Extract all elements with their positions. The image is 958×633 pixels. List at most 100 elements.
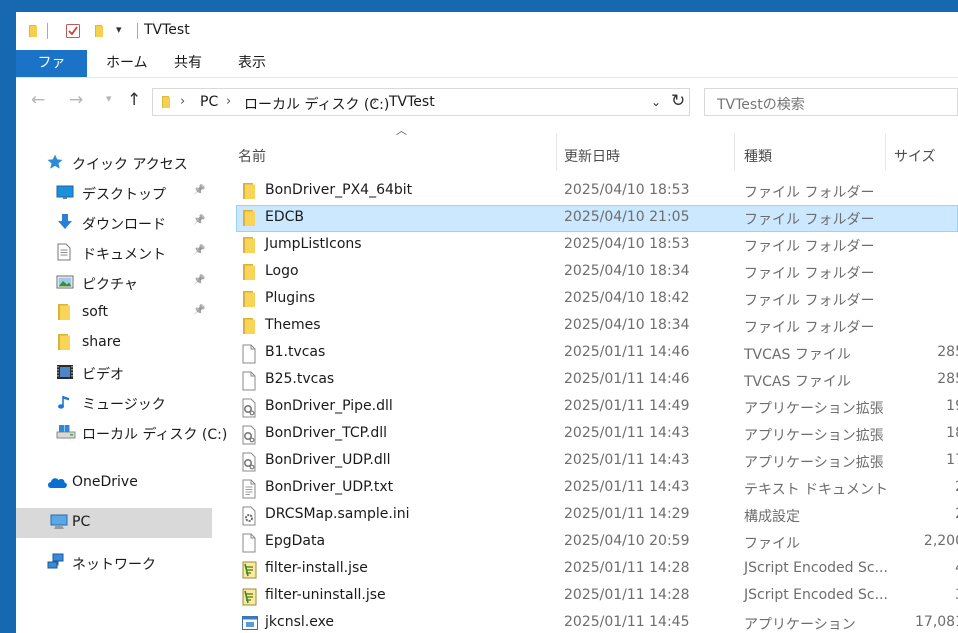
pin-icon[interactable]: 📌 — [193, 275, 205, 286]
breadcrumb-separator[interactable]: › — [180, 94, 185, 109]
file-name: B25.tvcas — [265, 371, 335, 387]
sidebar-item-item-4[interactable]: ピクチャ 📌 — [16, 268, 212, 298]
file-date: 2025/04/10 18:42 — [564, 290, 690, 306]
file-date: 2025/04/10 20:59 — [564, 533, 690, 549]
file-row[interactable]: BonDriver_UDP.dll 2025/01/11 14:43 アプリケーショ… — [236, 448, 958, 475]
file-size: 285 — [937, 371, 958, 387]
sidebar-item-item-1[interactable]: デスクトップ 📌 — [16, 178, 212, 208]
file-row[interactable]: Themes 2025/04/10 18:34 ファイル フォルダー — [236, 313, 958, 340]
pin-icon[interactable]: 📌 — [193, 215, 205, 226]
file-date: 2025/01/11 14:46 — [564, 371, 690, 387]
file-type: ファイル フォルダー — [744, 266, 875, 282]
file-row[interactable]: JumpListIcons 2025/04/10 18:53 ファイル フォルダー — [236, 232, 958, 259]
tab-home[interactable]: ホーム — [91, 50, 163, 78]
drive-icon — [56, 423, 76, 443]
sidebar-item-label: PC — [72, 514, 91, 530]
file-date: 2025/01/11 14:43 — [564, 452, 690, 468]
file-type: TVCAS ファイル — [744, 374, 851, 390]
file-name: filter-install.jse — [265, 560, 368, 576]
breadcrumb-local-disk[interactable]: ローカル ディスク (C:) — [244, 94, 389, 114]
explorer-window: ▾ TVTest ファイル ホーム 共有 表示 ← → ▾ ↑ › PC › ロ… — [16, 12, 958, 633]
forward-arrow-icon[interactable]: → — [69, 90, 83, 110]
file-row[interactable]: BonDriver_UDP.txt 2025/01/11 14:43 テキスト ドキ… — [236, 475, 958, 502]
properties-check-icon[interactable] — [65, 23, 81, 39]
navigation-pane: クイック アクセス デスクトップ 📌 ダウンロード 📌 ドキュメント 📌 ピクチャ 📌 soft 📌… — [16, 148, 227, 633]
file-type: JScript Encoded Sc... — [744, 587, 888, 603]
file-name: Themes — [265, 317, 321, 333]
file-date: 2025/01/11 14:43 — [564, 479, 690, 495]
breadcrumb-pc[interactable]: PC — [200, 94, 218, 110]
column-divider[interactable] — [734, 134, 735, 170]
file-type: TVCAS ファイル — [744, 347, 851, 363]
folder-icon — [159, 95, 173, 109]
sidebar-item-item-3[interactable]: ドキュメント 📌 — [16, 238, 212, 268]
file-name: BonDriver_Pipe.dll — [265, 398, 393, 414]
column-divider[interactable] — [885, 134, 886, 170]
sidebar-item-label: ピクチャ — [82, 277, 138, 293]
tab-share[interactable]: 共有 — [159, 50, 217, 78]
sidebar-item-item-8[interactable]: ミュージック — [16, 388, 212, 418]
tab-view[interactable]: 表示 — [223, 50, 281, 78]
pin-icon[interactable]: 📌 — [193, 185, 205, 196]
file-row[interactable]: Plugins 2025/04/10 18:42 ファイル フォルダー — [236, 286, 958, 313]
file-icon — [241, 344, 261, 364]
file-row[interactable]: filter-install.jse 2025/01/11 14:28 JScrip… — [236, 556, 958, 583]
column-header-size[interactable]: サイズ — [894, 146, 936, 166]
sidebar-item-onedrive[interactable]: OneDrive — [16, 468, 212, 498]
refresh-icon[interactable]: ↻ — [671, 91, 685, 111]
file-name: Plugins — [265, 290, 316, 306]
back-arrow-icon[interactable]: ← — [31, 90, 45, 110]
new-folder-icon[interactable] — [92, 24, 106, 38]
address-bar[interactable]: › PC › ローカル ディスク (C:) › TVTest ⌄ ↻ — [152, 88, 690, 116]
pin-icon[interactable]: 📌 — [193, 245, 205, 256]
file-row[interactable]: Logo 2025/04/10 18:34 ファイル フォルダー — [236, 259, 958, 286]
sidebar-item-item-12[interactable]: ネットワーク — [16, 548, 212, 578]
pin-icon[interactable]: 📌 — [193, 305, 205, 316]
sidebar-item-label: ネットワーク — [72, 557, 156, 573]
sidebar-item-item-0[interactable]: クイック アクセス — [16, 148, 212, 178]
tab-file[interactable]: ファイル — [16, 50, 87, 98]
file-date: 2025/04/10 18:53 — [564, 182, 690, 198]
recent-locations-chevron-icon[interactable]: ▾ — [106, 92, 112, 105]
sidebar-item-c[interactable]: ローカル ディスク (C:) — [16, 418, 227, 448]
sidebar-item-soft[interactable]: soft 📌 — [16, 298, 212, 328]
file-row[interactable]: BonDriver_PX4_64bit 2025/04/10 18:53 ファイル … — [236, 178, 958, 205]
breadcrumb-separator[interactable]: › — [226, 94, 231, 109]
search-input[interactable] — [704, 88, 958, 116]
file-size: 19 — [946, 398, 958, 414]
sidebar-item-pc[interactable]: PC — [16, 508, 212, 538]
file-row[interactable]: EpgData 2025/04/10 20:59 ファイル 2,200 — [236, 529, 958, 556]
up-arrow-icon[interactable]: ↑ — [127, 90, 141, 110]
file-row[interactable]: BonDriver_TCP.dll 2025/01/11 14:43 アプリケーショ… — [236, 421, 958, 448]
file-row[interactable]: DRCSMap.sample.ini2025/01/11 14:29構成設定2 — [236, 502, 958, 529]
file-type: ファイル フォルダー — [744, 239, 875, 255]
address-history-chevron-icon[interactable]: ⌄ — [651, 95, 661, 109]
divider — [16, 77, 958, 78]
file-type: ファイル フォルダー — [744, 320, 875, 336]
file-row[interactable]: jkcnsl.exe 2025/01/11 14:45 アプリケーション 17,081 — [236, 610, 958, 633]
breadcrumb-tvtest[interactable]: TVTest — [389, 94, 435, 110]
file-date: 2025/01/11 14:28 — [564, 587, 690, 603]
ribbon-tabs: ファイル ホーム 共有 表示 — [16, 50, 958, 98]
column-header-date[interactable]: 更新日時 — [564, 146, 620, 166]
sidebar-item-item-2[interactable]: ダウンロード 📌 — [16, 208, 212, 238]
file-row[interactable]: EDCB 2025/04/10 21:05 ファイル フォルダー — [236, 205, 958, 232]
desktop-icon — [56, 183, 76, 203]
file-type: アプリケーション拡張 — [744, 428, 884, 444]
file-row[interactable]: B1.tvcas 2025/01/11 14:46 TVCAS ファイル 285 — [236, 340, 958, 367]
sidebar-item-share[interactable]: share — [16, 328, 212, 358]
title-bar: ▾ TVTest — [16, 12, 958, 50]
column-header-type[interactable]: 種類 — [744, 146, 772, 166]
column-header-name[interactable]: 名前 — [238, 146, 266, 166]
file-size: 18 — [946, 425, 958, 441]
sidebar-item-label: ビデオ — [82, 367, 124, 383]
breadcrumb-separator[interactable]: › — [372, 94, 377, 109]
folder-icon[interactable] — [26, 24, 40, 38]
file-row[interactable]: BonDriver_Pipe.dll 2025/01/11 14:49 アプリケーシ… — [236, 394, 958, 421]
file-row[interactable]: B25.tvcas 2025/01/11 14:46 TVCAS ファイル 285 — [236, 367, 958, 394]
customize-toolbar-chevron-icon[interactable]: ▾ — [116, 23, 122, 36]
column-divider[interactable] — [556, 134, 557, 170]
file-type: テキスト ドキュメント — [744, 482, 889, 498]
file-row[interactable]: filter-uninstall.jse 2025/01/11 14:28 JScr… — [236, 583, 958, 610]
sidebar-item-item-7[interactable]: ビデオ — [16, 358, 212, 388]
